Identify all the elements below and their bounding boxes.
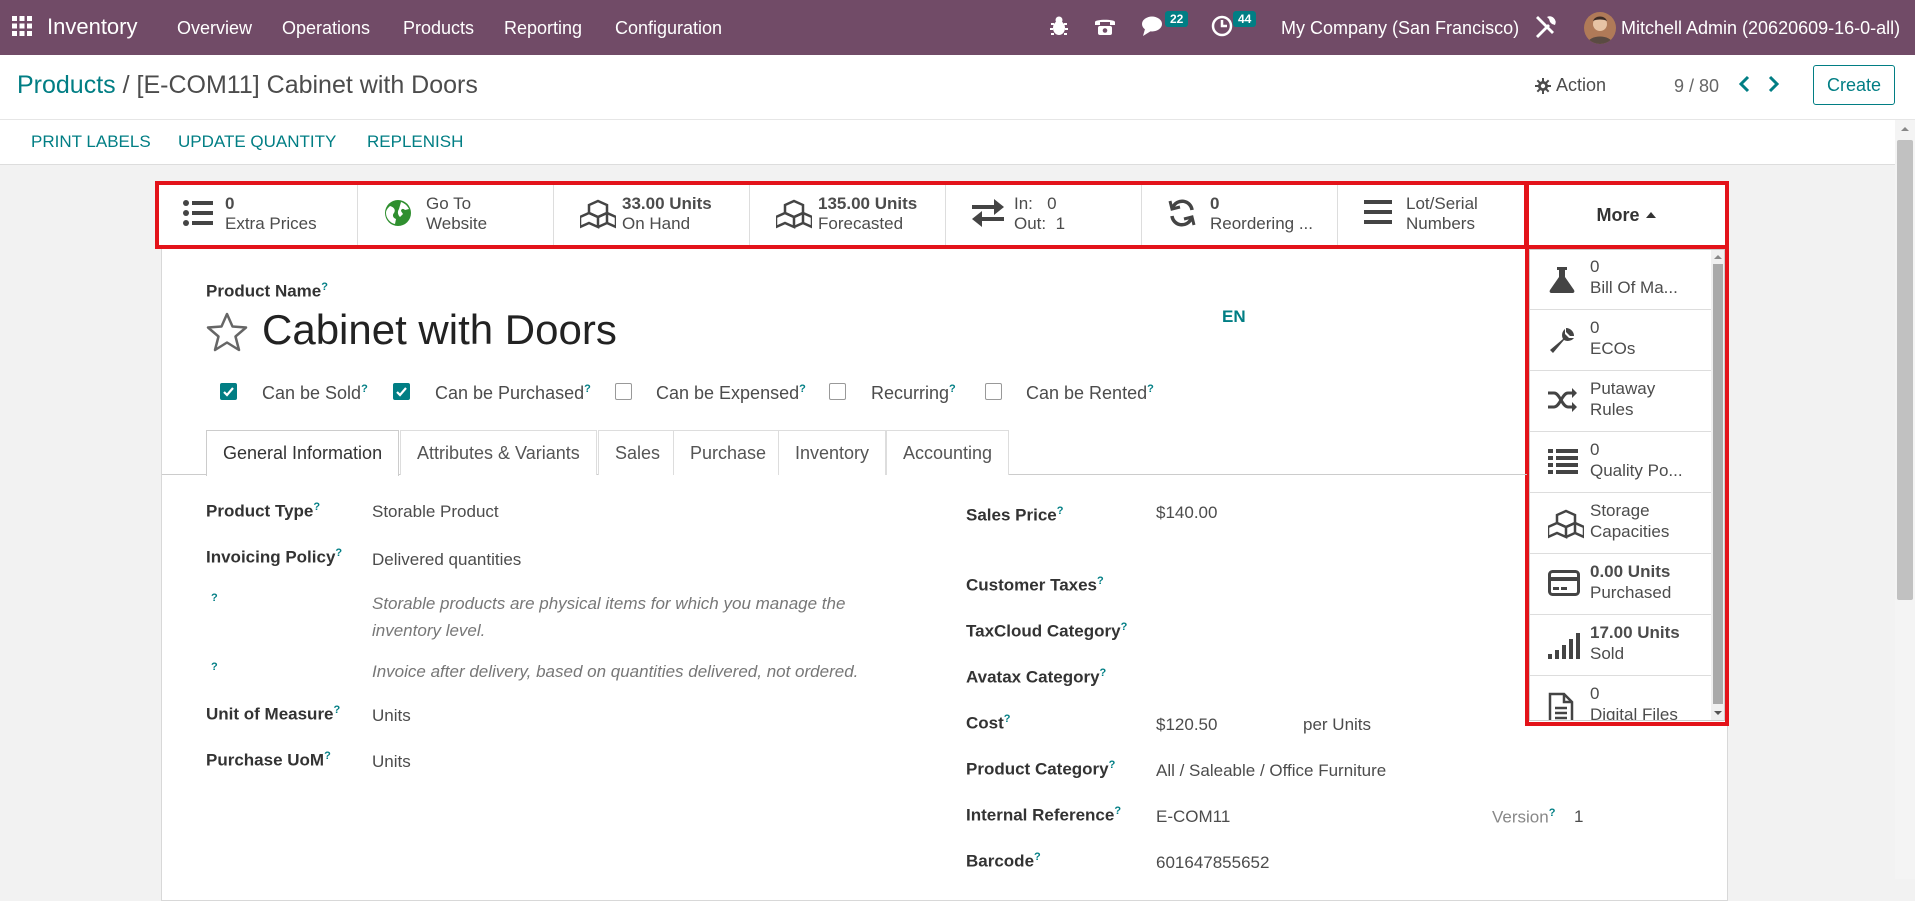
page-scrollbar[interactable]: [1895, 120, 1915, 879]
menu-reporting[interactable]: Reporting: [504, 18, 582, 39]
language-button[interactable]: EN: [1222, 307, 1246, 327]
barcode-field[interactable]: 601647855652: [1156, 853, 1269, 873]
product-category-label: Product Category?: [966, 759, 1116, 779]
invoicing-policy-field[interactable]: Delivered quantities: [372, 550, 521, 570]
menu-overview[interactable]: Overview: [177, 18, 252, 39]
can-be-sold-checkbox[interactable]: [220, 383, 237, 400]
sales-price-field[interactable]: $140.00: [1156, 503, 1217, 523]
menu-products[interactable]: Products: [403, 18, 474, 39]
invoicing-policy-help: Invoice after delivery, based on quantit…: [372, 662, 859, 681]
print-labels-button[interactable]: PRINT LABELS: [31, 132, 151, 152]
tab-inventory[interactable]: Inventory: [778, 430, 887, 475]
pager-next-icon[interactable]: [1767, 75, 1781, 93]
top-navbar: Inventory Overview Operations Products R…: [0, 0, 1915, 55]
bug-icon[interactable]: [1049, 15, 1069, 37]
action-button[interactable]: Action: [1535, 75, 1606, 96]
apps-menu-icon[interactable]: [12, 16, 32, 36]
tab-general-information[interactable]: General Information: [206, 430, 400, 476]
tab-accounting[interactable]: Accounting: [886, 430, 1010, 475]
can-be-rented-label: Can be Rented?: [1026, 383, 1154, 403]
pager-value[interactable]: 9 / 80: [1674, 76, 1719, 97]
smart-buttons-highlight: [155, 181, 1528, 249]
debug-tools-icon[interactable]: [1533, 13, 1559, 39]
breadcrumb-separator: /: [122, 71, 130, 99]
tab-sales[interactable]: Sales: [598, 430, 678, 475]
avatax-category-label: Avatax Category?: [966, 667, 1107, 687]
activities-count-badge: 44: [1233, 11, 1257, 27]
breadcrumb-current: [E-COM11] Cabinet with Doors: [136, 71, 478, 99]
can-be-purchased-checkbox[interactable]: [393, 383, 410, 400]
activities-icon[interactable]: [1211, 15, 1233, 37]
invoicing-policy-label: Invoicing Policy?: [206, 547, 343, 567]
can-be-rented-checkbox[interactable]: [985, 383, 1002, 400]
user-menu[interactable]: Mitchell Admin (20620609-16-0-all): [1621, 18, 1900, 39]
sales-price-label: Sales Price?: [966, 505, 1064, 525]
customer-taxes-label: Customer Taxes?: [966, 575, 1104, 595]
create-button[interactable]: Create: [1813, 65, 1895, 105]
can-be-purchased-label: Can be Purchased?: [435, 383, 591, 403]
company-switcher[interactable]: My Company (San Francisco): [1281, 18, 1519, 39]
help-marker: ?: [211, 592, 218, 604]
help-marker: ?: [211, 661, 218, 673]
unit-of-measure-label: Unit of Measure?: [206, 704, 341, 724]
can-be-sold-label: Can be Sold?: [262, 383, 368, 403]
app-name[interactable]: Inventory: [47, 14, 138, 40]
version-label: Version?: [1492, 807, 1556, 827]
form-sheet: [161, 181, 1728, 901]
product-name-field[interactable]: Cabinet with Doors: [262, 306, 617, 354]
more-button-highlight: [1525, 181, 1729, 249]
gear-icon: [1535, 77, 1551, 94]
product-name-label: Product Name?: [206, 281, 328, 301]
version-field[interactable]: 1: [1574, 807, 1583, 827]
messages-icon[interactable]: [1141, 15, 1167, 37]
product-type-help: Storable products are physical items for…: [372, 594, 846, 640]
unit-of-measure-field[interactable]: Units: [372, 706, 411, 726]
taxcloud-category-label: TaxCloud Category?: [966, 621, 1128, 641]
product-category-field[interactable]: All / Saleable / Office Furniture: [1156, 761, 1386, 781]
breadcrumb: Products / [E-COM11] Cabinet with Doors: [17, 71, 478, 100]
phone-icon[interactable]: [1093, 15, 1117, 37]
pager-previous-icon[interactable]: [1737, 75, 1751, 93]
update-quantity-button[interactable]: UPDATE QUANTITY: [178, 132, 336, 152]
page-scrollbar-thumb[interactable]: [1897, 140, 1913, 600]
menu-operations[interactable]: Operations: [282, 18, 370, 39]
messages-count-badge: 22: [1165, 11, 1189, 27]
barcode-label: Barcode?: [966, 851, 1041, 871]
product-type-label: Product Type?: [206, 501, 321, 521]
recurring-label: Recurring?: [871, 383, 956, 403]
control-panel: Products / [E-COM11] Cabinet with Doors …: [0, 55, 1915, 165]
replenish-button[interactable]: REPLENISH: [367, 132, 463, 152]
action-label: Action: [1556, 75, 1607, 95]
more-dropdown-highlight: [1525, 245, 1729, 726]
cost-field[interactable]: $120.50: [1156, 715, 1217, 735]
product-type-field[interactable]: Storable Product: [372, 502, 499, 522]
purchase-uom-label: Purchase UoM?: [206, 750, 331, 770]
user-avatar[interactable]: [1584, 12, 1616, 44]
can-be-expensed-label: Can be Expensed?: [656, 383, 806, 403]
internal-reference-label: Internal Reference?: [966, 805, 1122, 825]
cost-label: Cost?: [966, 713, 1011, 733]
can-be-expensed-checkbox[interactable]: [615, 383, 632, 400]
tab-purchase[interactable]: Purchase: [673, 430, 784, 475]
favorite-star-icon[interactable]: [206, 312, 248, 352]
tab-attributes-variants[interactable]: Attributes & Variants: [400, 430, 597, 475]
purchase-uom-field[interactable]: Units: [372, 752, 411, 772]
cost-unit: per Units: [1303, 715, 1372, 734]
internal-reference-field[interactable]: E-COM11: [1156, 807, 1230, 827]
recurring-checkbox[interactable]: [829, 383, 846, 400]
breadcrumb-products-link[interactable]: Products: [17, 71, 116, 99]
menu-configuration[interactable]: Configuration: [615, 18, 722, 39]
status-bar: PRINT LABELS UPDATE QUANTITY REPLENISH: [0, 119, 1915, 165]
